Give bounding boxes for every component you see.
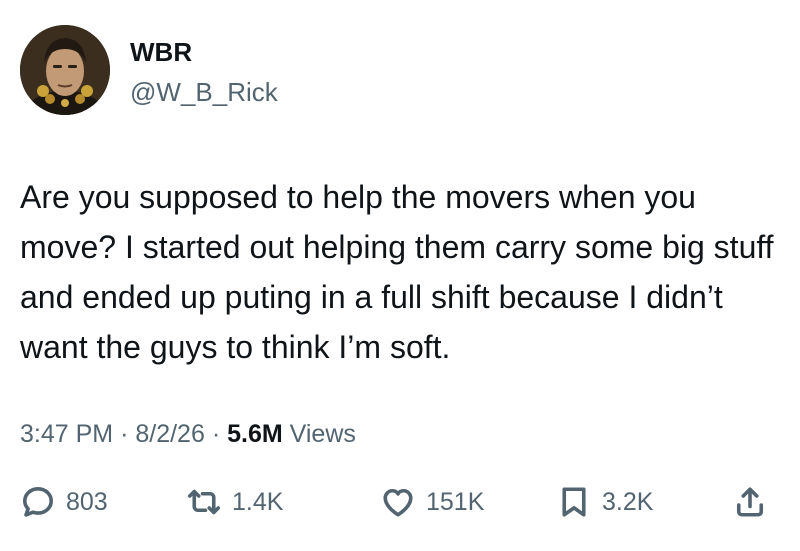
- tweet-meta: 3:47 PM · 8/2/26 · 5.6M Views: [20, 418, 356, 450]
- author-display-name[interactable]: WBR: [130, 36, 192, 68]
- reply-button[interactable]: 803: [20, 480, 108, 524]
- reply-icon: [23, 487, 53, 517]
- like-icon: [383, 488, 413, 517]
- share-button[interactable]: [732, 480, 768, 524]
- action-bar: 803 1.4K 151K 3.2K: [0, 480, 800, 524]
- bookmark-icon: [562, 487, 586, 517]
- avatar[interactable]: [20, 25, 110, 115]
- tweet-date[interactable]: 8/2/26: [135, 420, 205, 448]
- avatar-image: [20, 25, 110, 115]
- views-label: Views: [289, 420, 356, 448]
- tweet-text: Are you supposed to help the movers when…: [20, 179, 774, 365]
- meta-separator: ·: [120, 420, 129, 448]
- retweet-count: 1.4K: [232, 487, 284, 516]
- like-count: 151K: [426, 487, 485, 516]
- bookmark-button[interactable]: 3.2K: [556, 480, 653, 524]
- meta-separator: ·: [211, 420, 221, 448]
- reply-count: 803: [66, 487, 108, 516]
- views-count: 5.6M: [227, 420, 283, 448]
- bookmark-count: 3.2K: [602, 487, 654, 516]
- retweet-icon: [187, 489, 221, 515]
- author-handle[interactable]: @W_B_Rick: [130, 76, 278, 108]
- tweet-time[interactable]: 3:47 PM: [20, 420, 113, 448]
- share-icon: [736, 487, 764, 517]
- like-button[interactable]: 151K: [380, 480, 484, 524]
- retweet-button[interactable]: 1.4K: [186, 480, 283, 524]
